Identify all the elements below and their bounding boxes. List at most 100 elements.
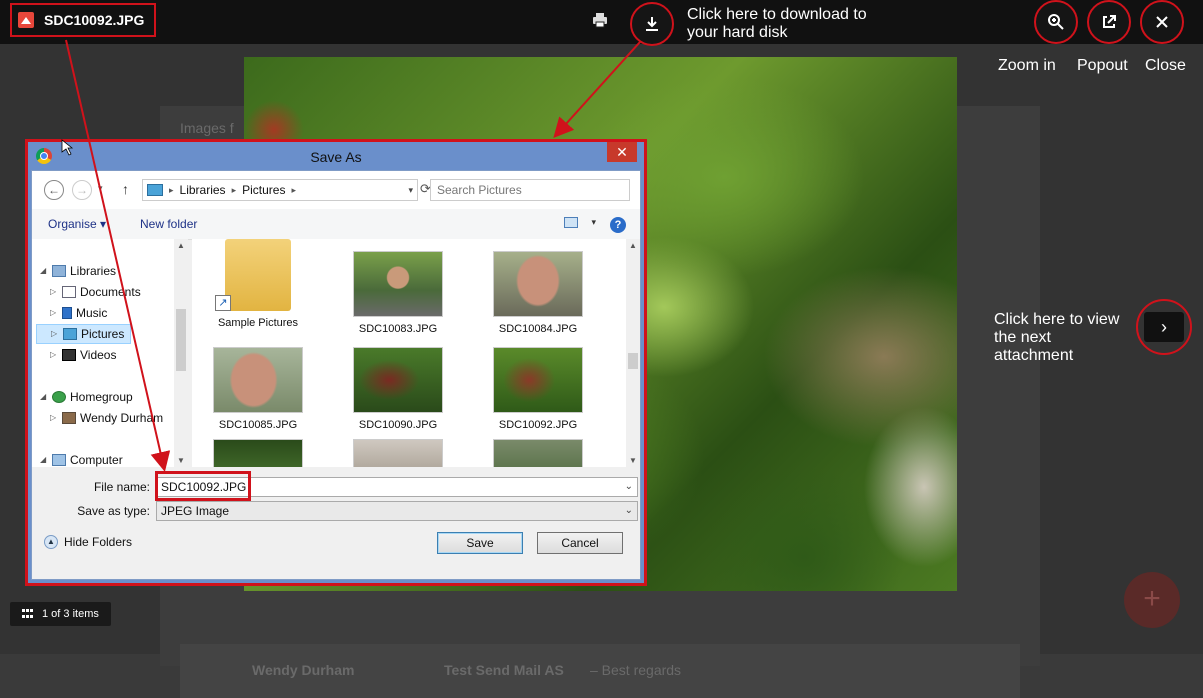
dialog-title: Save As (310, 149, 362, 165)
nav-scroll-thumb[interactable] (176, 309, 186, 371)
background-sender: Wendy Durham (252, 662, 355, 678)
next-callout: Click here to view the next attachment (994, 311, 1120, 364)
libraries-icon (52, 265, 66, 277)
background-snippet: – Best regards (590, 662, 682, 678)
file-name-label: File name: (93, 480, 150, 494)
documents-icon (62, 286, 76, 298)
image-file-icon (18, 12, 34, 28)
file-tile[interactable] (198, 439, 318, 467)
pictures-icon (63, 328, 77, 340)
nav-computer[interactable]: ◢ Computer (40, 450, 123, 467)
nav-libraries[interactable]: ◢ Libraries (40, 261, 116, 281)
breadcrumb-libraries[interactable]: Libraries (180, 180, 226, 200)
file-tile[interactable]: SDC10092.JPG (478, 347, 598, 431)
nav-pictures[interactable]: ▷ Pictures (36, 324, 132, 344)
chevron-right-icon: › (1144, 312, 1184, 342)
popout-icon (1103, 15, 1116, 28)
view-dropdown-icon[interactable]: ▾ (591, 217, 596, 228)
image-thumbnail (213, 347, 303, 413)
item-count-text: 1 of 3 items (42, 608, 99, 620)
nav-scrollbar[interactable]: ▲ ▼ (174, 239, 188, 467)
music-icon (62, 307, 72, 319)
recent-dropdown-icon[interactable]: ▾ (98, 183, 103, 194)
file-tile[interactable]: ↗ Sample Pictures (198, 239, 318, 329)
popout-button[interactable] (1087, 0, 1131, 44)
cancel-button[interactable]: Cancel (537, 532, 623, 554)
folder-icon: ↗ (215, 239, 291, 311)
file-name-highlight (155, 471, 251, 501)
image-thumbnail (353, 439, 443, 467)
chevron-down-icon[interactable]: ⌄ (625, 502, 633, 520)
dialog-body: ← → ▾ ↑ ▸ Libraries ▸ Pictures ▸ ▾ ⟳ Sea… (31, 170, 641, 580)
image-thumbnail (213, 439, 303, 467)
help-icon[interactable]: ? (610, 217, 626, 233)
search-input[interactable]: Search Pictures (430, 179, 630, 201)
dialog-titlebar[interactable]: Save As ✕ (31, 142, 641, 170)
file-tile[interactable]: SDC10090.JPG (338, 347, 458, 431)
popout-label: Popout (1077, 57, 1128, 74)
file-tile[interactable]: SDC10084.JPG (478, 251, 598, 335)
background-text: Images f (180, 120, 234, 136)
background-email-row: Wendy Durham Test Send Mail AS – Best re… (180, 644, 1020, 698)
forward-button[interactable]: → (72, 180, 92, 200)
file-tile[interactable]: SDC10085.JPG (198, 347, 318, 431)
file-title: SDC10092.JPG (10, 3, 157, 37)
file-title-text: SDC10092.JPG (44, 12, 145, 28)
view-options-icon[interactable] (564, 217, 578, 228)
chrome-icon (36, 148, 52, 164)
up-arrow-icon[interactable]: ↑ (122, 181, 129, 197)
save-as-dialog: Save As ✕ ← → ▾ ↑ ▸ Libraries ▸ Pictures… (25, 139, 647, 586)
zoom-in-label: Zoom in (998, 57, 1056, 74)
organise-button[interactable]: Organise ▾ (48, 217, 106, 231)
videos-icon (62, 349, 76, 361)
file-scroll-thumb[interactable] (628, 353, 638, 369)
homegroup-icon (52, 391, 66, 403)
computer-icon (52, 454, 66, 466)
chevron-up-icon: ▲ (44, 535, 58, 549)
file-list-scrollbar[interactable]: ▲ ▼ (626, 239, 640, 467)
save-type-label: Save as type: (77, 504, 150, 518)
item-count-badge[interactable]: 1 of 3 items (10, 602, 111, 626)
grid-icon (22, 609, 34, 619)
background-subject: Test Send Mail AS (444, 662, 564, 678)
file-list: ↗ Sample Pictures SDC10083.JPG SDC10084.… (192, 239, 630, 467)
nav-homegroup[interactable]: ◢ Homegroup (40, 387, 133, 407)
new-folder-button[interactable]: New folder (140, 217, 197, 231)
image-thumbnail (493, 251, 583, 317)
file-tile[interactable] (338, 439, 458, 467)
address-bar-row: ← → ▾ ↑ ▸ Libraries ▸ Pictures ▸ ▾ ⟳ Sea… (32, 171, 640, 209)
address-bar[interactable]: ▸ Libraries ▸ Pictures ▸ ▾ (142, 179, 418, 201)
image-thumbnail (353, 347, 443, 413)
dialog-close-button[interactable]: ✕ (607, 142, 637, 162)
zoom-in-button[interactable] (1034, 0, 1078, 44)
compose-button[interactable]: + (1124, 572, 1180, 628)
shortcut-icon: ↗ (215, 295, 231, 311)
back-button[interactable]: ← (44, 180, 64, 200)
close-icon (1156, 16, 1168, 28)
download-button[interactable] (630, 2, 674, 46)
save-button[interactable]: Save (437, 532, 523, 554)
address-dropdown-icon[interactable]: ▾ (408, 180, 413, 200)
download-callout: Click here to download to your hard disk (687, 6, 867, 41)
print-icon (593, 13, 607, 28)
dialog-toolbar: Organise ▾ New folder ▾ ? (32, 209, 640, 240)
save-type-select[interactable]: JPEG Image ⌄ (156, 501, 638, 521)
download-icon (646, 17, 658, 31)
viewer-toolbar: SDC10092.JPG Click here to download to y… (0, 0, 1203, 46)
nav-wendy-durham[interactable]: ▷ Wendy Durham (50, 408, 163, 428)
print-button[interactable] (590, 12, 610, 32)
chevron-down-icon[interactable]: ⌄ (625, 478, 633, 496)
breadcrumb-pictures[interactable]: Pictures (242, 180, 285, 200)
dialog-bottom: File name: SDC10092.JPG ⌄ Save as type: … (32, 467, 640, 579)
zoom-in-icon (1048, 14, 1064, 30)
navigation-pane: ◢ Libraries ▷ Documents ▷ Music ▷ Pictures ▷… (32, 239, 188, 467)
nav-documents[interactable]: ▷ Documents (50, 282, 141, 302)
close-viewer-button[interactable] (1140, 0, 1184, 44)
nav-music[interactable]: ▷ Music (50, 303, 107, 323)
file-tile[interactable] (478, 439, 598, 467)
file-tile[interactable]: SDC10083.JPG (338, 251, 458, 335)
next-attachment-button[interactable]: › (1136, 299, 1192, 355)
nav-videos[interactable]: ▷ Videos (50, 345, 116, 365)
image-thumbnail (493, 347, 583, 413)
hide-folders-button[interactable]: ▲ Hide Folders (44, 535, 132, 549)
